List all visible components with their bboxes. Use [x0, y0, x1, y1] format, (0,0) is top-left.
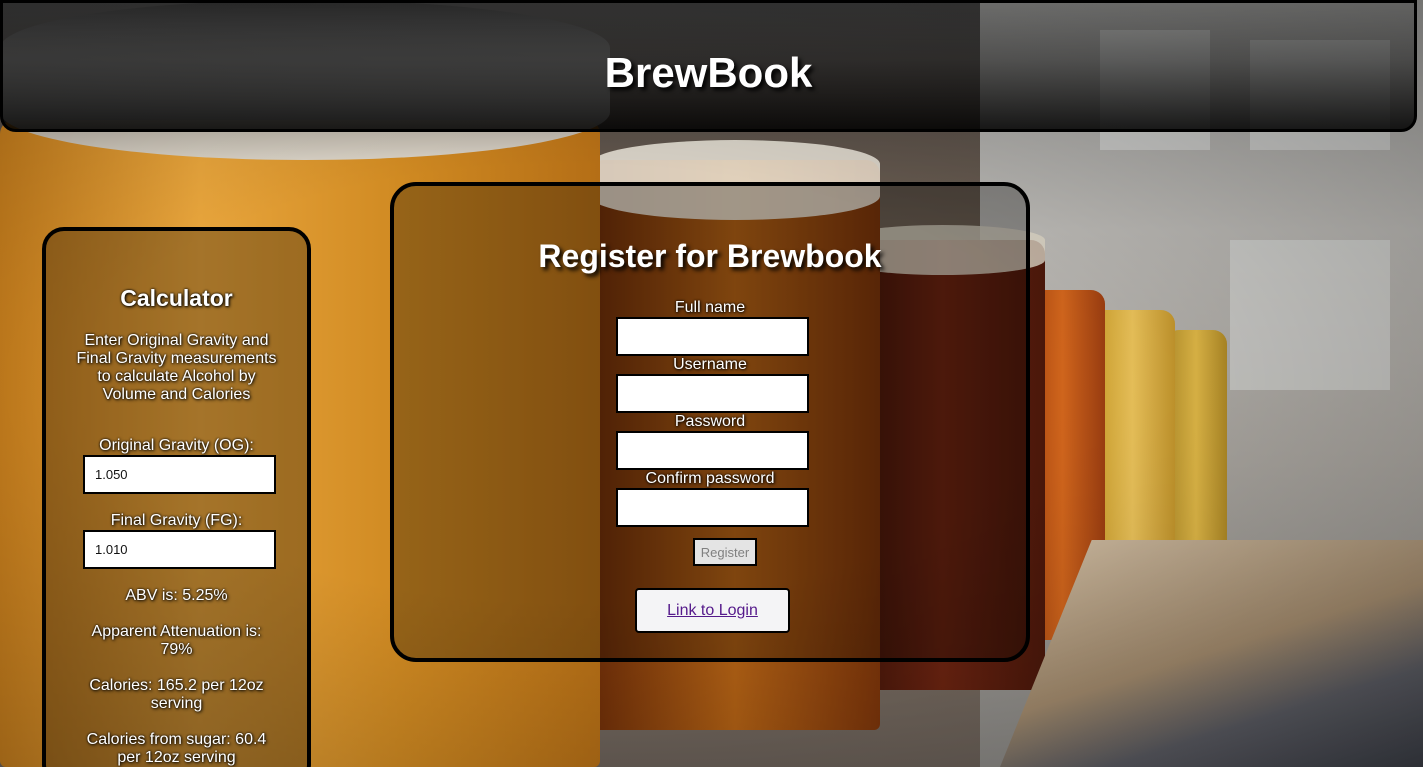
calculator-description: Enter Original Gravity and Final Gravity…: [76, 332, 277, 403]
site-title: BrewBook: [604, 49, 813, 96]
full-name-input[interactable]: [616, 317, 809, 356]
register-panel: Register for Brewbook Full name Username…: [390, 182, 1030, 662]
login-link[interactable]: Link to Login: [667, 602, 758, 620]
attenuation-result: Apparent Attenuation is: 79%: [91, 623, 262, 658]
calculator-title: Calculator: [120, 285, 233, 311]
confirm-password-label: Confirm password: [645, 470, 775, 487]
calculator-panel: Calculator Enter Original Gravity and Fi…: [42, 227, 311, 767]
site-header: BrewBook: [0, 0, 1417, 132]
calories-sugar-result: Calories from sugar: 60.4 per 12oz servi…: [86, 731, 267, 766]
password-label: Password: [674, 413, 746, 430]
og-label: Original Gravity (OG):: [99, 437, 254, 454]
username-input[interactable]: [616, 374, 809, 413]
password-input[interactable]: [616, 431, 809, 470]
username-label: Username: [673, 356, 747, 373]
full-name-label: Full name: [674, 299, 746, 316]
register-button[interactable]: Register: [693, 538, 757, 566]
calories-result: Calories: 165.2 per 12oz serving: [89, 677, 264, 712]
login-link-button[interactable]: Link to Login: [635, 588, 790, 633]
fg-label: Final Gravity (FG):: [110, 512, 243, 529]
og-input[interactable]: [83, 455, 276, 494]
register-title: Register for Brewbook: [538, 238, 882, 274]
confirm-password-input[interactable]: [616, 488, 809, 527]
fg-input[interactable]: [83, 530, 276, 569]
abv-result: ABV is: 5.25%: [125, 587, 228, 604]
